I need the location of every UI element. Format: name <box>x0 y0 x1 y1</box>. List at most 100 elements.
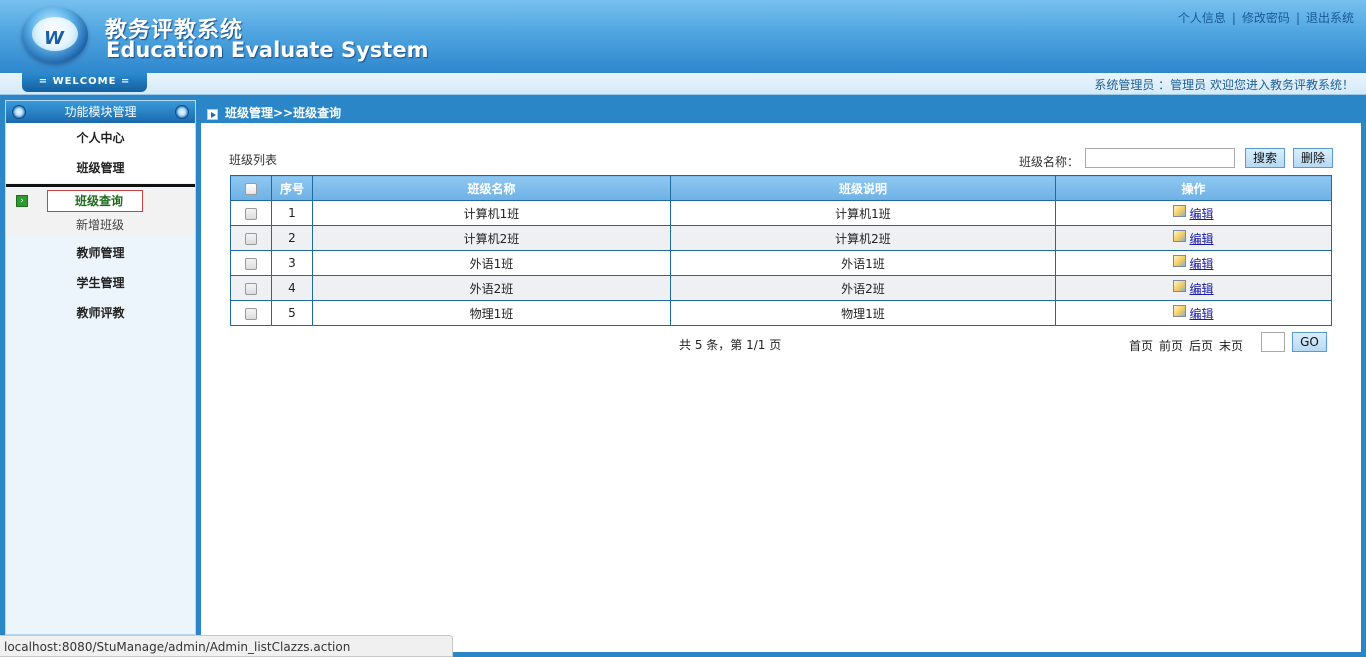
edit-icon[interactable] <box>1173 205 1187 217</box>
row-checkbox-cell[interactable] <box>230 300 272 326</box>
checkbox-icon[interactable] <box>245 232 257 245</box>
class-submenu: › 班级查询 新增班级 <box>6 190 195 236</box>
edit-link[interactable]: 编辑 <box>1189 282 1213 296</box>
cell-name: 计算机2班 <box>312 225 671 251</box>
link-separator: | <box>1231 11 1236 25</box>
cell-name: 外语2班 <box>312 275 671 301</box>
sidebar-item-teacher-management[interactable]: 教师管理 <box>6 238 195 268</box>
search-button[interactable]: 搜索 <box>1245 148 1285 168</box>
prev-page-link[interactable]: 前页 <box>1159 339 1183 353</box>
cell-name: 计算机1班 <box>312 200 671 226</box>
sidebar: 功能模块管理 个人中心 班级管理 › 班级查询 新增班级 教师管理 学生管理 教… <box>5 100 196 635</box>
edit-icon[interactable] <box>1173 280 1187 292</box>
checkbox-icon[interactable] <box>245 257 257 270</box>
delete-button[interactable]: 删除 <box>1293 148 1333 168</box>
search-label: 班级名称： <box>1018 155 1079 169</box>
table-row: 2 计算机2班 计算机2班 编辑 <box>230 225 1332 251</box>
row-checkbox-cell[interactable] <box>230 200 272 226</box>
content-header: 班级管理>>班级查询 <box>201 100 1361 123</box>
edit-icon[interactable] <box>1173 230 1187 242</box>
edit-icon[interactable] <box>1173 305 1187 317</box>
cell-no: 1 <box>271 200 313 226</box>
user-info: 系统管理员 ：管理员 欢迎您进入教务评教系统！ <box>1094 78 1354 92</box>
search-area: 班级名称： 搜索 删除 <box>1013 148 1333 170</box>
edit-link[interactable]: 编辑 <box>1189 307 1213 321</box>
submenu-item-class-query[interactable]: › 班级查询 <box>16 190 143 212</box>
sidebar-header: 功能模块管理 <box>6 101 195 123</box>
knob-icon <box>175 105 189 119</box>
checkbox-icon[interactable] <box>245 182 257 195</box>
edit-link[interactable]: 编辑 <box>1189 232 1213 246</box>
list-title: 班级列表 <box>229 153 278 167</box>
checkbox-icon[interactable] <box>245 307 257 320</box>
menu-divider <box>6 184 195 187</box>
profile-link[interactable]: 个人信息 <box>1178 11 1226 25</box>
select-all-cell[interactable] <box>230 175 272 201</box>
row-checkbox-cell[interactable] <box>230 275 272 301</box>
cell-action: 编辑 <box>1055 200 1332 226</box>
sidebar-item-student-management[interactable]: 学生管理 <box>6 268 195 298</box>
table-row: 5 物理1班 物理1班 编辑 <box>230 300 1332 326</box>
class-table: 序号 班级名称 班级说明 操作 1 计算机1班 计算机1班 编辑 2 计算机2班… <box>230 175 1332 326</box>
cell-action: 编辑 <box>1055 250 1332 276</box>
page-number-input[interactable] <box>1261 332 1285 352</box>
link-separator: | <box>1295 11 1300 25</box>
top-links: 个人信息 | 修改密码 | 退出系统 <box>1178 9 1354 26</box>
edit-link[interactable]: 编辑 <box>1189 257 1213 271</box>
status-bar-url: localhost:8080/StuManage/admin/Admin_lis… <box>0 635 453 657</box>
logo-letter: W <box>44 28 64 49</box>
pager-info: 共 5 条，第 1/1 页 <box>679 338 782 352</box>
checkbox-icon[interactable] <box>245 207 257 220</box>
cell-action: 编辑 <box>1055 300 1332 326</box>
go-button[interactable]: GO <box>1292 332 1327 352</box>
cell-action: 编辑 <box>1055 225 1332 251</box>
cell-desc: 物理1班 <box>670 300 1056 326</box>
cell-action: 编辑 <box>1055 275 1332 301</box>
sidebar-item-class-management[interactable]: 班级管理 <box>6 153 195 183</box>
arrow-right-icon <box>207 109 218 120</box>
column-header-desc: 班级说明 <box>670 175 1056 201</box>
column-header-name: 班级名称 <box>312 175 671 201</box>
cell-desc: 外语1班 <box>670 250 1056 276</box>
table-row: 3 外语1班 外语1班 编辑 <box>230 250 1332 276</box>
table-row: 1 计算机1班 计算机1班 编辑 <box>230 200 1332 226</box>
cell-no: 2 <box>271 225 313 251</box>
cell-no: 4 <box>271 275 313 301</box>
welcome-tab: = WELCOME = <box>22 73 147 92</box>
arrow-right-icon: › <box>16 195 28 207</box>
sidebar-item-teacher-evaluation[interactable]: 教师评教 <box>6 298 195 328</box>
cell-desc: 计算机2班 <box>670 225 1056 251</box>
cell-name: 物理1班 <box>312 300 671 326</box>
cell-no: 3 <box>271 250 313 276</box>
cell-name: 外语1班 <box>312 250 671 276</box>
sidebar-title: 功能模块管理 <box>64 105 137 119</box>
header: W 教务评教系统 Education Evaluate System 个人信息 |… <box>0 0 1366 73</box>
knob-icon <box>12 105 26 119</box>
row-checkbox-cell[interactable] <box>230 250 272 276</box>
content-area: 班级列表 班级名称： 搜索 删除 序号 班级名称 班级说明 操作 1 计算机1班… <box>201 123 1361 652</box>
cell-no: 5 <box>271 300 313 326</box>
last-page-link[interactable]: 末页 <box>1219 339 1243 353</box>
edit-icon[interactable] <box>1173 255 1187 267</box>
cell-desc: 计算机1班 <box>670 200 1056 226</box>
change-password-link[interactable]: 修改密码 <box>1242 11 1290 25</box>
welcome-bar: = WELCOME = 系统管理员 ：管理员 欢迎您进入教务评教系统！ <box>0 73 1366 95</box>
class-name-input[interactable] <box>1085 148 1235 168</box>
next-page-link[interactable]: 后页 <box>1189 339 1213 353</box>
row-checkbox-cell[interactable] <box>230 225 272 251</box>
column-header-no: 序号 <box>271 175 313 201</box>
system-title-en: Education Evaluate System <box>106 38 429 62</box>
edit-link[interactable]: 编辑 <box>1189 207 1213 221</box>
breadcrumb: 班级管理>>班级查询 <box>225 106 342 120</box>
submenu-item-add-class[interactable]: 新增班级 <box>6 212 195 236</box>
pager: 首页 前页 后页 末页 <box>1123 337 1243 354</box>
sidebar-item-personal-center[interactable]: 个人中心 <box>6 123 195 153</box>
table-row: 4 外语2班 外语2班 编辑 <box>230 275 1332 301</box>
first-page-link[interactable]: 首页 <box>1129 339 1153 353</box>
table-header-row: 序号 班级名称 班级说明 操作 <box>230 175 1332 201</box>
cell-desc: 外语2班 <box>670 275 1056 301</box>
column-header-action: 操作 <box>1055 175 1332 201</box>
logout-link[interactable]: 退出系统 <box>1306 11 1354 25</box>
checkbox-icon[interactable] <box>245 282 257 295</box>
logo-icon: W <box>22 7 88 63</box>
